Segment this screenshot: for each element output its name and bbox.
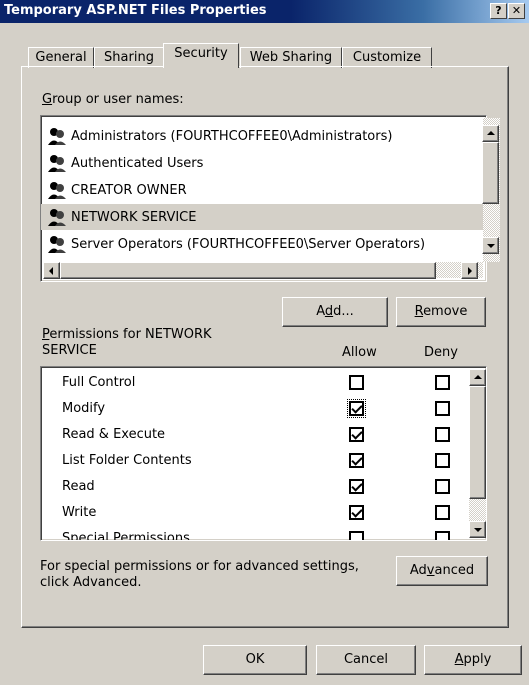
list-item[interactable]: CREATOR OWNER xyxy=(41,177,483,203)
deny-checkbox[interactable] xyxy=(435,401,450,416)
tab-security-label: Security xyxy=(174,46,228,61)
table-row: Read & Execute xyxy=(41,422,483,448)
add-button[interactable]: Add... xyxy=(282,297,388,327)
deny-checkbox[interactable] xyxy=(435,531,450,540)
permissions-listbox[interactable]: Full Control Modify Read & Execute List … xyxy=(40,366,487,541)
close-button[interactable]: ✕ xyxy=(508,3,525,19)
allow-checkbox[interactable] xyxy=(349,531,364,540)
list-item[interactable]: Administrators (FOURTHCOFFEE0\Administra… xyxy=(41,123,483,149)
list-item-selected[interactable]: NETWORK SERVICE xyxy=(41,204,483,230)
scroll-left-icon[interactable] xyxy=(43,262,60,279)
scroll-thumb-horizontal[interactable] xyxy=(60,262,436,279)
advanced-note: For special permissions or for advanced … xyxy=(40,559,359,590)
table-row: Full Control xyxy=(41,370,483,396)
allow-checkbox[interactable] xyxy=(349,505,364,520)
deny-checkbox[interactable] xyxy=(435,375,450,390)
allow-checkbox[interactable] xyxy=(349,375,364,390)
window-title: Temporary ASP.NET Files Properties xyxy=(4,3,267,18)
remove-button[interactable]: Remove xyxy=(396,297,486,327)
help-icon: ? xyxy=(495,4,502,17)
scroll-up-icon[interactable] xyxy=(469,369,486,386)
apply-button[interactable]: Apply xyxy=(424,645,522,675)
deny-checkbox[interactable] xyxy=(435,427,450,442)
ok-button[interactable]: OK xyxy=(203,645,307,675)
cancel-button[interactable]: Cancel xyxy=(316,645,416,675)
tab-general-label: General xyxy=(35,50,87,65)
tab-web-sharing-label: Web Sharing xyxy=(249,50,333,65)
scroll-thumb[interactable] xyxy=(469,386,486,499)
deny-checkbox[interactable] xyxy=(435,453,450,468)
tab-customize-label: Customize xyxy=(352,50,422,65)
allow-checkbox[interactable] xyxy=(349,453,364,468)
scroll-up-icon[interactable] xyxy=(482,125,499,142)
deny-checkbox[interactable] xyxy=(435,479,450,494)
table-row: Special Permissions xyxy=(41,526,483,540)
scroll-down-icon[interactable] xyxy=(482,237,499,254)
deny-checkbox[interactable] xyxy=(435,505,450,520)
tab-security[interactable]: Security xyxy=(163,43,239,68)
permissions-label: Permissions for NETWORK SERVICE xyxy=(42,327,212,358)
advanced-button[interactable]: Advanced xyxy=(396,556,488,586)
tab-web-sharing[interactable]: Web Sharing xyxy=(240,47,342,68)
close-icon: ✕ xyxy=(511,4,522,17)
scroll-thumb[interactable] xyxy=(482,142,499,204)
list-item[interactable]: Server Operators (FOURTHCOFFEE0\Server O… xyxy=(41,231,483,257)
tab-sharing[interactable]: Sharing xyxy=(94,47,164,68)
scroll-down-icon[interactable] xyxy=(469,521,486,538)
deny-column-header: Deny xyxy=(424,345,458,360)
table-row: Modify xyxy=(41,396,483,422)
help-button[interactable]: ? xyxy=(490,3,507,19)
tab-sharing-label: Sharing xyxy=(104,50,154,65)
allow-checkbox[interactable] xyxy=(349,427,364,442)
allow-checkbox[interactable] xyxy=(347,399,366,418)
table-row: List Folder Contents xyxy=(41,448,483,474)
list-item[interactable]: Authenticated Users xyxy=(41,150,483,176)
user-group-icon xyxy=(48,128,66,145)
user-group-icon xyxy=(48,182,66,199)
user-group-icon xyxy=(48,155,66,172)
table-row: Write xyxy=(41,500,483,526)
tab-general[interactable]: General xyxy=(28,47,94,68)
users-listbox[interactable]: Administrators (FOURTHCOFFEE0\Administra… xyxy=(40,115,500,282)
allow-checkbox[interactable] xyxy=(349,479,364,494)
allow-column-header: Allow xyxy=(342,345,377,360)
title-bar[interactable]: Temporary ASP.NET Files Properties ? ✕ xyxy=(0,0,529,23)
user-group-icon xyxy=(48,236,66,253)
table-row: Read xyxy=(41,474,483,500)
users-label: Group or user names: xyxy=(42,92,184,107)
tab-customize[interactable]: Customize xyxy=(342,47,432,68)
user-group-icon xyxy=(48,209,66,226)
scroll-right-icon[interactable] xyxy=(461,262,478,279)
